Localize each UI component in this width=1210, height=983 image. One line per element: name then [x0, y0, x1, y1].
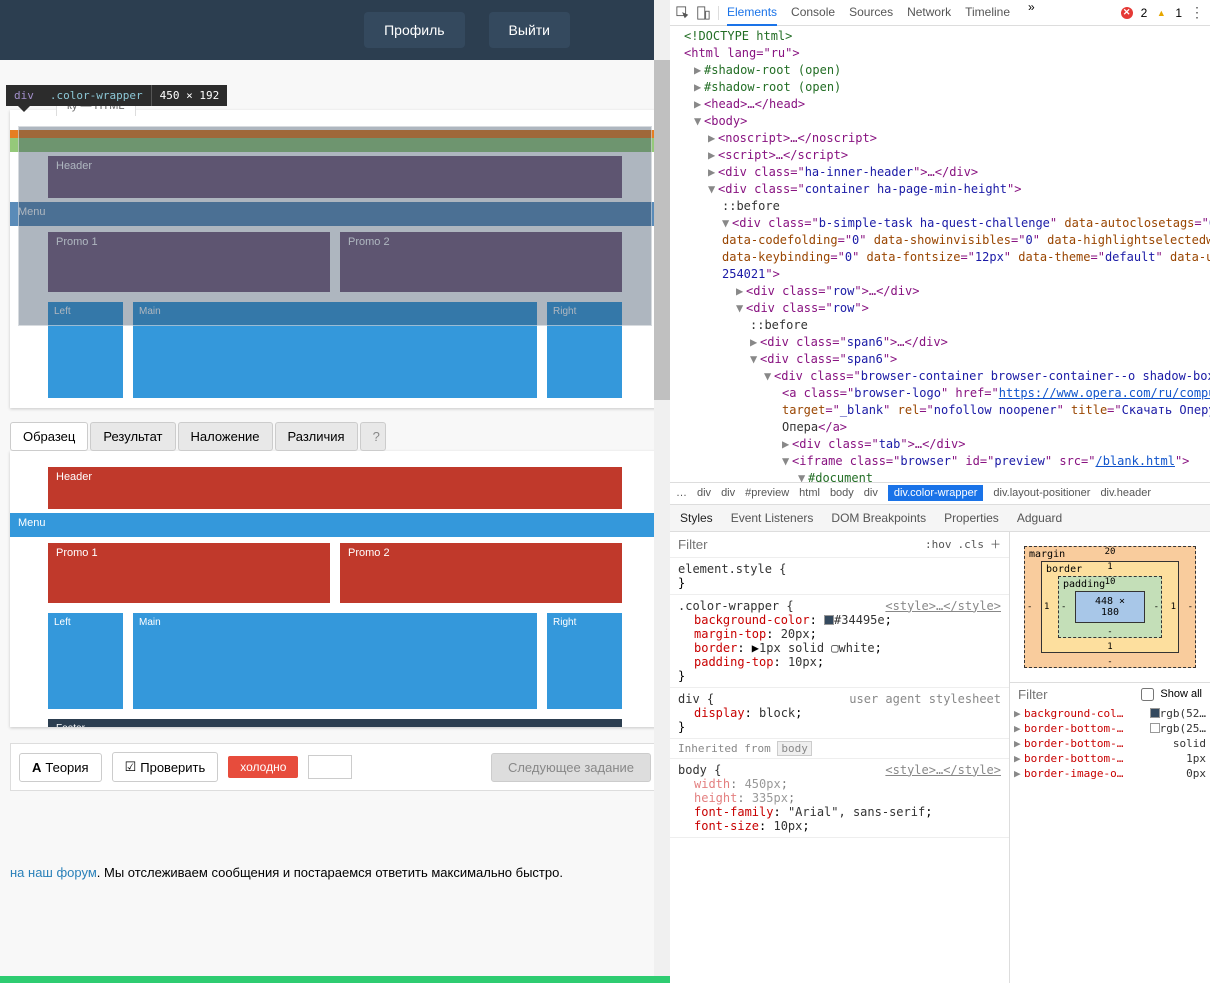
tabs-overflow-icon[interactable]: »	[1028, 0, 1035, 26]
add-rule-icon[interactable]: ＋	[990, 536, 1001, 552]
inspector-tooltip: div.color-wrapper 450 × 192	[6, 85, 227, 112]
next-task-button[interactable]: Следующее задание	[491, 753, 651, 782]
page-left-pane: Профиль Выйти div.color-wrapper 450 × 19…	[0, 0, 670, 983]
tab-sources[interactable]: Sources	[849, 0, 893, 26]
show-all-checkbox[interactable]	[1141, 688, 1154, 701]
footer-strip	[0, 976, 670, 983]
left-scrollbar[interactable]	[654, 0, 670, 983]
comparison-tabs: Образец Результат Наложение Различия ?	[10, 422, 660, 451]
layout-left-block: Left	[48, 302, 123, 398]
devtools-panel: Elements Console Sources Network Timelin…	[670, 0, 1210, 983]
breadcrumb-selected: div.color-wrapper	[888, 485, 984, 501]
profile-button[interactable]: Профиль	[364, 12, 464, 48]
sample-left-block: Left	[48, 613, 123, 709]
computed-filter-input[interactable]	[1018, 687, 1135, 702]
action-bar: AТеория ☑Проверить холодно Следующее зад…	[10, 743, 660, 791]
result-preview: Header Menu Promo 1 Promo 2 Left Main Ri…	[10, 110, 660, 408]
sample-header-block: Header	[48, 467, 622, 509]
computed-list[interactable]: ▶background-col…rgb(52… ▶border-bottom-……	[1010, 706, 1210, 781]
subtab-properties[interactable]: Properties	[944, 511, 999, 525]
progress-indicator	[308, 755, 352, 779]
layout-promo2-block: Promo 2	[340, 232, 622, 292]
forum-text: на наш форум. Мы отслеживаем сообщения и…	[10, 865, 660, 880]
check-button[interactable]: ☑Проверить	[112, 752, 219, 782]
logout-button[interactable]: Выйти	[489, 12, 570, 48]
tooltip-dimensions: 450 × 192	[151, 85, 228, 106]
subtab-dom-breakpoints[interactable]: DOM Breakpoints	[831, 511, 926, 525]
subtab-events[interactable]: Event Listeners	[731, 511, 814, 525]
inspect-icon[interactable]	[676, 6, 690, 20]
forum-link[interactable]: на наш форум	[10, 865, 97, 880]
tab-result[interactable]: Результат	[90, 422, 175, 451]
sample-right-block: Right	[547, 613, 622, 709]
sample-main-block: Main	[133, 613, 537, 709]
check-icon: ☑	[125, 759, 137, 775]
error-count: 2	[1141, 6, 1148, 20]
layout-right-block: Right	[547, 302, 622, 398]
tab-console[interactable]: Console	[791, 0, 835, 26]
sample-promo2-block: Promo 2	[340, 543, 622, 603]
styles-panel[interactable]: :hov .cls ＋ element.style { } .color-wra…	[670, 532, 1010, 983]
hov-toggle[interactable]: :hov	[925, 538, 952, 551]
tab-overlay[interactable]: Наложение	[178, 422, 273, 451]
tab-help[interactable]: ?	[360, 422, 386, 451]
tab-sample[interactable]: Образец	[10, 422, 88, 451]
padding-band	[10, 138, 660, 152]
tab-diff[interactable]: Различия	[275, 422, 358, 451]
sample-menu-block: Menu	[10, 513, 660, 537]
devtools-menu-icon[interactable]: ⋮	[1190, 4, 1204, 21]
devtools-toolbar: Elements Console Sources Network Timelin…	[670, 0, 1210, 26]
tab-network[interactable]: Network	[907, 0, 951, 26]
sample-footer-block: Footer	[48, 719, 622, 727]
styles-subtabs: Styles Event Listeners DOM Breakpoints P…	[670, 504, 1210, 532]
subtab-styles[interactable]: Styles	[680, 511, 713, 525]
site-header: Профиль Выйти	[0, 0, 670, 60]
tooltip-tag: div	[6, 85, 42, 106]
box-model-diagram: margin 20 - - - border 1 1 1 1 padding 1…	[1010, 532, 1210, 682]
layout-promo1-block: Promo 1	[48, 232, 330, 292]
dom-breadcrumb[interactable]: … div div #preview html body div div.col…	[670, 482, 1210, 504]
layout-menu-block: Menu	[10, 202, 660, 226]
elements-tree[interactable]: <!DOCTYPE html> <html lang="ru"> ▶#shado…	[670, 26, 1210, 482]
sample-promo1-block: Promo 1	[48, 543, 330, 603]
cls-toggle[interactable]: .cls	[958, 538, 985, 551]
scrollbar-thumb[interactable]	[654, 60, 670, 400]
status-badge: холодно	[228, 756, 298, 778]
sample-preview: Header Menu Promo 1 Promo 2 Left Main Ri…	[10, 451, 660, 727]
tooltip-class: .color-wrapper	[42, 85, 151, 106]
device-icon[interactable]	[696, 6, 710, 20]
error-count-icon[interactable]: ✕	[1121, 7, 1133, 19]
margin-band	[10, 130, 660, 138]
warning-count: 1	[1175, 6, 1182, 20]
layout-header-block: Header	[48, 156, 622, 198]
tab-elements[interactable]: Elements	[727, 0, 777, 26]
warning-count-icon[interactable]: ▲	[1155, 7, 1167, 19]
theory-button[interactable]: AТеория	[19, 753, 102, 782]
styles-filter-input[interactable]	[678, 537, 919, 552]
subtab-adguard[interactable]: Adguard	[1017, 511, 1062, 525]
tab-timeline[interactable]: Timeline	[965, 0, 1010, 26]
layout-main-block: Main	[133, 302, 537, 398]
